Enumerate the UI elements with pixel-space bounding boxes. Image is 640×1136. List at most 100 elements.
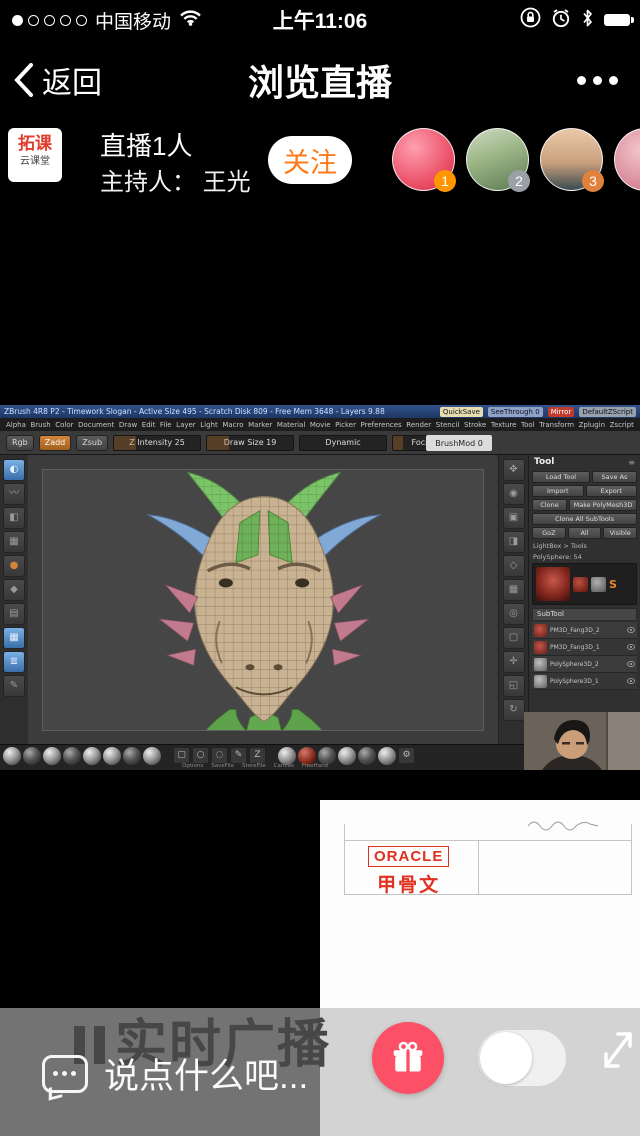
oracle-logo: ORACLE 甲骨文 — [368, 846, 449, 897]
toggle-knob — [480, 1032, 532, 1084]
subtool-item: PM3D_Fang3D_2 — [532, 622, 637, 639]
goz-visible-button: Visible — [603, 527, 637, 539]
scale-icon: ◱ — [503, 675, 525, 697]
fullscreen-expand-button[interactable] — [594, 1024, 640, 1076]
edit-icon: ✎ — [3, 675, 25, 697]
menu-render: Render — [406, 421, 431, 429]
menu-alpha: Alpha — [6, 421, 26, 429]
rank-badge-2: 2 — [508, 170, 530, 192]
live-viewer-count: 直播1人 — [100, 126, 192, 163]
menu-macro: Macro — [222, 421, 243, 429]
zbrush-bottom-shelf: ▢ ○ ◌ ✎ Z ⚙ Options SaveFile StoreFile C… — [0, 744, 524, 770]
pen-icon: ✎ — [230, 747, 247, 764]
brush-thumb — [358, 747, 376, 765]
export-button: Export — [586, 485, 638, 497]
visibility-eye-icon — [627, 678, 635, 684]
host-label: 主持人： 王光 — [100, 162, 251, 197]
toggle-switch[interactable] — [478, 1030, 566, 1086]
aa-half-icon: ◨ — [503, 531, 525, 553]
alarm-clock-icon — [551, 8, 571, 33]
stroke-picker-icon: 〰 — [3, 483, 25, 505]
layers-icon: ≣ — [3, 651, 25, 673]
persp-icon: ◇ — [503, 555, 525, 577]
goz-all-button: All — [568, 527, 602, 539]
goz-button: GoZ — [532, 527, 566, 539]
scroll-icon: ✥ — [503, 459, 525, 481]
material-sphere-thumb — [43, 747, 61, 765]
menu-material: Material — [277, 421, 305, 429]
tool-palette-title: Tool — [534, 457, 554, 467]
zbrush-quicksave-button: QuickSave — [440, 407, 483, 417]
zbrush-titlebar: ZBrush 4R8 P2 - Timework Slogan - Active… — [0, 405, 640, 418]
material-sphere-thumb — [103, 747, 121, 765]
zbrush-right-shelf: ✥ ◉ ▣ ◨ ◇ ▦ ◎ ▢ ✛ ◱ ↻ — [498, 455, 528, 744]
gift-button[interactable] — [372, 1022, 444, 1094]
menu-brush: Brush — [30, 421, 50, 429]
menu-transform: Transform — [539, 421, 574, 429]
circle-select-icon: ○ — [192, 747, 209, 764]
chat-bubble-icon — [42, 1055, 88, 1093]
subtool-section-header: SubTool — [532, 608, 637, 621]
bluetooth-icon — [581, 9, 594, 32]
menu-tool: Tool — [521, 421, 535, 429]
material-sphere-thumb — [143, 747, 161, 765]
menu-marker: Marker — [248, 421, 272, 429]
page-title: 浏览直播 — [0, 40, 640, 120]
menu-movie: Movie — [310, 421, 331, 429]
menu-layer: Layer — [176, 421, 196, 429]
viewer-avatar-2[interactable]: 2 — [466, 128, 529, 191]
simplebrush-icon: S — [609, 578, 617, 591]
make-polymesh3d-button: Make PolyMesh3D — [569, 499, 637, 511]
battery-icon — [604, 14, 630, 26]
more-options-button[interactable] — [577, 40, 618, 120]
rank-badge-3: 3 — [582, 170, 604, 192]
menu-file: File — [160, 421, 172, 429]
texture-picker-icon: ▦ — [3, 531, 25, 553]
dynamic-button: Dynamic — [299, 435, 387, 451]
recent-tool-thumb — [573, 577, 588, 592]
color-swatch-icon: ◆ — [3, 579, 25, 601]
lasso-icon: ◌ — [211, 747, 228, 764]
table-line — [344, 824, 345, 894]
material-sphere-thumb — [123, 747, 141, 765]
menu-preferences: Preferences — [361, 421, 402, 429]
zbrush-z-icon: Z — [249, 747, 266, 764]
viewer-avatar-4[interactable] — [614, 128, 640, 191]
visibility-eye-icon — [627, 661, 635, 667]
oracle-wordmark: ORACLE — [368, 846, 449, 867]
menu-document: Document — [78, 421, 114, 429]
recent-tool-thumb — [591, 577, 606, 592]
zbrush-tool-palette: Tool ≡ Load Tool Save As Import Export C… — [528, 455, 640, 744]
zoom-icon: ◉ — [503, 483, 525, 505]
visibility-eye-icon — [627, 627, 635, 633]
streamer-logo: 拓课 云课堂 — [8, 128, 62, 182]
material-picker-icon: ● — [3, 555, 25, 577]
orientation-lock-icon — [520, 7, 541, 33]
zbrush-left-shelf: ◐ 〰 ◧ ▦ ● ◆ ▤ ▦ ≣ ✎ — [0, 455, 28, 744]
bottom-shelf-labels: Options SaveFile StoreFile Canvas FreeHa… — [182, 763, 328, 769]
zsub-button: Zsub — [76, 435, 108, 451]
chat-input[interactable]: 说点什么吧... — [42, 1048, 308, 1099]
zbrush-title-text: ZBrush 4R8 P2 - Timework Slogan - Active… — [4, 407, 435, 416]
menu-draw: Draw — [119, 421, 137, 429]
stream-video-zbrush[interactable]: ZBrush 4R8 P2 - Timework Slogan - Active… — [0, 405, 640, 770]
live-info-row: 拓课 云课堂 直播1人 主持人： 王光 关注 1 2 3 — [0, 126, 640, 198]
follow-button[interactable]: 关注 — [268, 136, 352, 184]
z-intensity-slider: Z Intensity 25 — [113, 435, 201, 451]
menu-stencil: Stencil — [436, 421, 460, 429]
viewer-avatar-3[interactable]: 3 — [540, 128, 603, 191]
dragon-head-model — [43, 470, 484, 731]
current-tool-preview — [536, 567, 570, 601]
visibility-eye-icon — [627, 644, 635, 650]
menu-zplugin: Zplugin — [579, 421, 605, 429]
menu-light: Light — [200, 421, 217, 429]
zadd-button: Zadd — [39, 435, 72, 451]
palette-menu-icon: ≡ — [628, 458, 635, 467]
gear-icon: ⚙ — [398, 747, 415, 764]
brush-thumb — [378, 747, 396, 765]
menu-edit: Edit — [142, 421, 156, 429]
screen: 中国移动 上午11:06 返回 浏览直播 — [0, 0, 640, 1136]
zbrush-seethrough-button: SeeThrough 0 — [488, 407, 543, 417]
viewer-avatar-1[interactable]: 1 — [392, 128, 455, 191]
menu-picker: Picker — [335, 421, 356, 429]
